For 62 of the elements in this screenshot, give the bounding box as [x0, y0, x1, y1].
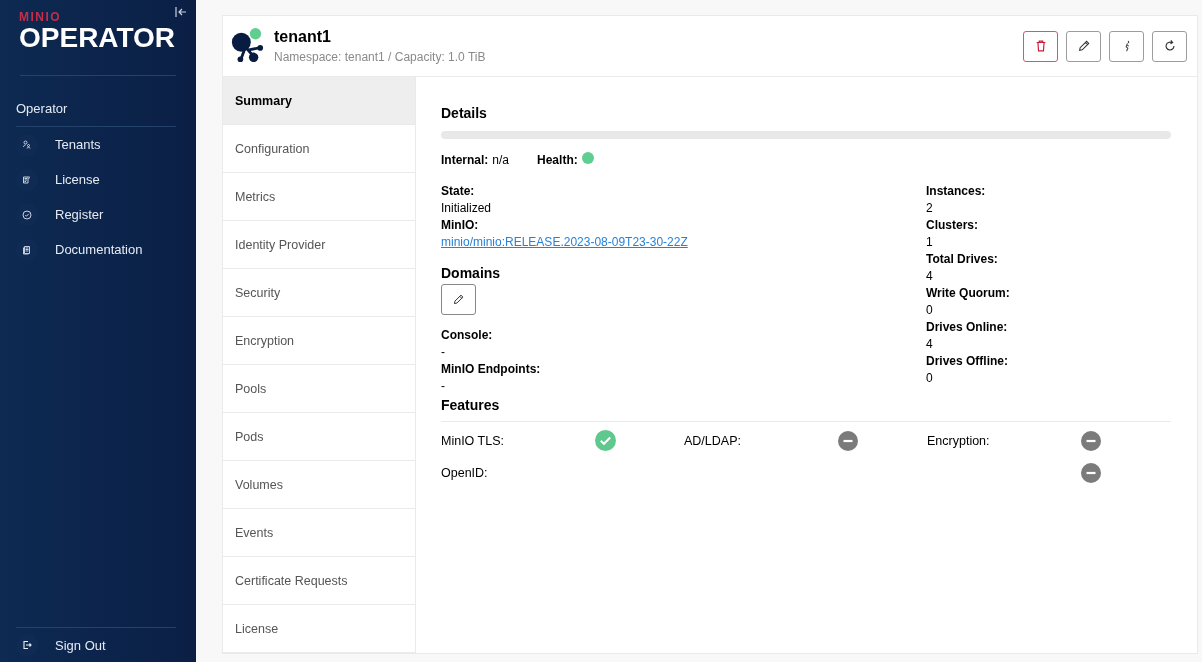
tenant-name: tenant1	[274, 28, 332, 46]
section-label: Operator	[15, 100, 69, 118]
stat-label: Instances:	[926, 183, 987, 200]
stat-label: Total Drives:	[926, 251, 999, 268]
stat-value: 1	[926, 234, 934, 251]
details-title: Details	[441, 105, 488, 121]
field-label: MinIO Endpoints:	[441, 361, 542, 378]
stat-value: 0	[926, 370, 934, 387]
pencil-icon	[1076, 39, 1091, 53]
tab[interactable]: Identity Provider	[223, 221, 415, 269]
logo-product: OPERATOR	[19, 23, 176, 53]
stat-value: 2	[926, 200, 934, 217]
field-label: MinIO:	[441, 217, 480, 234]
delete-button[interactable]	[1023, 30, 1058, 62]
field-label: State:	[441, 183, 476, 200]
tab[interactable]: License	[223, 605, 415, 653]
pencil-icon	[452, 293, 465, 306]
tab[interactable]: Events	[223, 509, 415, 557]
stat-label: Write Quorum:	[926, 285, 1011, 302]
field-label: Console:	[441, 327, 494, 344]
refresh-icon	[1162, 39, 1177, 53]
internal-label: Internal:	[441, 153, 489, 167]
feature-label: MinIO TLS:	[441, 433, 505, 448]
feature-label: Encryption:	[927, 433, 991, 448]
edit-domains-button[interactable]	[441, 284, 476, 315]
stat-label: Drives Offline:	[926, 353, 1010, 370]
features-title: Features	[441, 397, 1171, 422]
refresh-button[interactable]	[1152, 30, 1187, 62]
stat-value: 4	[926, 336, 934, 353]
field-value: Initialized	[441, 200, 493, 217]
tab[interactable]: Metrics	[223, 173, 415, 221]
tenant-subtitle: Namespace: tenant1 / Capacity: 1.0 TiB	[274, 50, 486, 64]
health-label: Health:	[537, 153, 578, 167]
nav-item[interactable]: License	[0, 162, 196, 197]
collapse-sidebar-icon[interactable]	[175, 6, 187, 18]
stat-value: 0	[926, 302, 934, 319]
tab[interactable]: Volumes	[223, 461, 415, 509]
stat-value: 4	[926, 268, 934, 285]
feature-label: OpenID:	[441, 466, 489, 480]
tenant-icon	[230, 27, 264, 65]
figure-button[interactable]	[1109, 30, 1144, 62]
stat-label: Clusters:	[926, 217, 979, 234]
field-value: -	[441, 378, 446, 395]
tab[interactable]: Pools	[223, 365, 415, 413]
stat-label: Drives Online:	[926, 319, 1009, 336]
domains-title: Domains	[441, 265, 502, 282]
logo-brand: MINIO	[19, 11, 62, 23]
sign-out-item[interactable]: Sign Out	[0, 628, 196, 662]
tab[interactable]: Certificate Requests	[223, 557, 415, 605]
edit-button[interactable]	[1066, 30, 1101, 62]
internal-value: n/a	[492, 153, 510, 167]
feature-label: AD/LDAP:	[684, 433, 742, 448]
tab[interactable]: Configuration	[223, 125, 415, 173]
nav-item[interactable]: Documentation	[0, 232, 196, 267]
tab[interactable]: Encryption	[223, 317, 415, 365]
field-value: -	[441, 344, 446, 361]
image-link[interactable]: minio/minio:RELEASE.2023-08-09T23-30-22Z	[441, 235, 688, 249]
tab[interactable]: Security	[223, 269, 415, 317]
nav-item[interactable]: Register	[0, 197, 196, 232]
tab[interactable]: Summary	[223, 77, 415, 125]
nav-item[interactable]: Tenants	[0, 127, 196, 162]
tab[interactable]: Pods	[223, 413, 415, 461]
